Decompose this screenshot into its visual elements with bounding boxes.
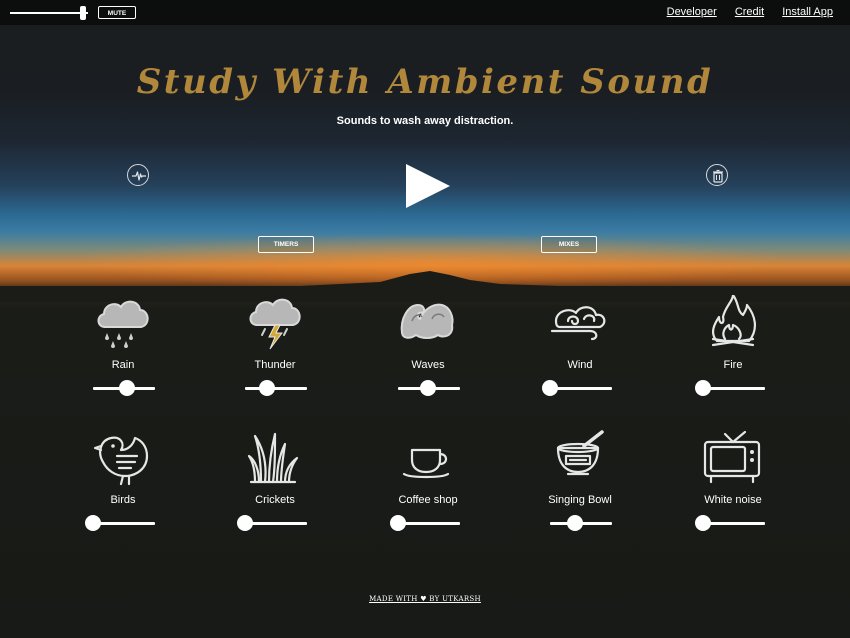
slider-track	[703, 387, 765, 390]
rain-cloud-icon[interactable]	[93, 295, 153, 353]
sound-label: Singing Bowl	[548, 494, 612, 506]
crickets-volume-slider[interactable]	[237, 515, 307, 531]
sound-label: Thunder	[254, 359, 296, 371]
master-volume-track	[10, 12, 88, 14]
wind-icon[interactable]	[550, 295, 610, 353]
bird-icon[interactable]	[93, 430, 153, 488]
sound-coffee-shop: Coffee shop	[363, 430, 493, 540]
top-bar: MUTE Developer Credit Install App	[0, 0, 850, 25]
clear-button[interactable]	[706, 164, 728, 186]
mixes-button[interactable]: MIXES	[541, 236, 597, 253]
slider-track	[550, 387, 612, 390]
install-app-link[interactable]: Install App	[782, 6, 833, 18]
coffee-shop-volume-slider[interactable]	[390, 515, 460, 531]
singing-bowl-icon[interactable]	[550, 430, 610, 488]
page-title: Study With Ambient Sound	[136, 62, 714, 102]
wind-volume-slider[interactable]	[542, 380, 612, 396]
slider-thumb[interactable]	[258, 380, 275, 396]
sound-label: Wind	[567, 359, 593, 371]
slider-thumb[interactable]	[695, 515, 711, 531]
slider-track	[245, 387, 307, 390]
timers-button[interactable]: TIMERS	[258, 236, 314, 253]
slider-thumb[interactable]	[695, 380, 711, 396]
master-volume-slider[interactable]	[10, 6, 90, 20]
tv-icon[interactable]	[703, 430, 763, 488]
play-icon[interactable]	[404, 162, 452, 210]
thunder-volume-slider[interactable]	[245, 380, 307, 396]
waveform-icon	[132, 171, 146, 181]
slider-thumb[interactable]	[566, 515, 583, 531]
slider-track	[703, 522, 765, 525]
page-subtitle: Sounds to wash away distraction.	[336, 115, 514, 127]
grass-icon[interactable]	[245, 430, 305, 488]
slider-track	[93, 522, 155, 525]
sound-wind: Wind	[515, 295, 645, 405]
coffee-cup-icon[interactable]	[398, 430, 458, 488]
slider-track	[245, 522, 307, 525]
white-noise-volume-slider[interactable]	[695, 515, 765, 531]
fire-volume-slider[interactable]	[695, 380, 765, 396]
slider-thumb[interactable]	[119, 380, 136, 396]
sound-fire: Fire	[668, 295, 798, 405]
slider-thumb[interactable]	[85, 515, 101, 531]
sound-label: White noise	[704, 494, 762, 506]
sound-crickets: Crickets	[210, 430, 340, 540]
sound-white-noise: White noise	[668, 430, 798, 540]
slider-thumb[interactable]	[419, 380, 436, 396]
sound-label: Coffee shop	[398, 494, 458, 506]
thunder-cloud-icon[interactable]	[245, 295, 305, 353]
top-links: Developer Credit Install App	[652, 6, 833, 18]
singing-bowl-volume-slider[interactable]	[550, 515, 612, 531]
fire-icon[interactable]	[703, 295, 763, 353]
slider-thumb[interactable]	[390, 515, 406, 531]
randomize-button[interactable]	[127, 164, 149, 186]
slider-thumb[interactable]	[237, 515, 253, 531]
waves-volume-slider[interactable]	[398, 380, 460, 396]
sound-waves: Waves	[363, 295, 493, 405]
credit-link[interactable]: Credit	[735, 6, 764, 18]
slider-thumb[interactable]	[542, 380, 558, 396]
master-volume-thumb[interactable]	[79, 6, 86, 20]
sound-label: Fire	[723, 359, 743, 371]
developer-link[interactable]: Developer	[667, 6, 717, 18]
sound-birds: Birds	[58, 430, 188, 540]
birds-volume-slider[interactable]	[85, 515, 155, 531]
sound-singing-bowl: Singing Bowl	[515, 430, 645, 540]
footer-credit[interactable]: MADE WITH ♥ BY UTKARSH	[0, 595, 850, 603]
mute-button[interactable]: MUTE	[98, 6, 136, 19]
waves-icon[interactable]	[398, 295, 458, 353]
sound-rain: Rain	[58, 295, 188, 405]
trash-icon	[713, 169, 723, 183]
rain-volume-slider[interactable]	[93, 380, 155, 396]
sound-label: Birds	[110, 494, 136, 506]
sound-thunder: Thunder	[210, 295, 340, 405]
sound-label: Rain	[111, 359, 135, 371]
slider-track	[398, 522, 460, 525]
sound-label: Crickets	[255, 494, 295, 506]
sound-label: Waves	[411, 359, 445, 371]
